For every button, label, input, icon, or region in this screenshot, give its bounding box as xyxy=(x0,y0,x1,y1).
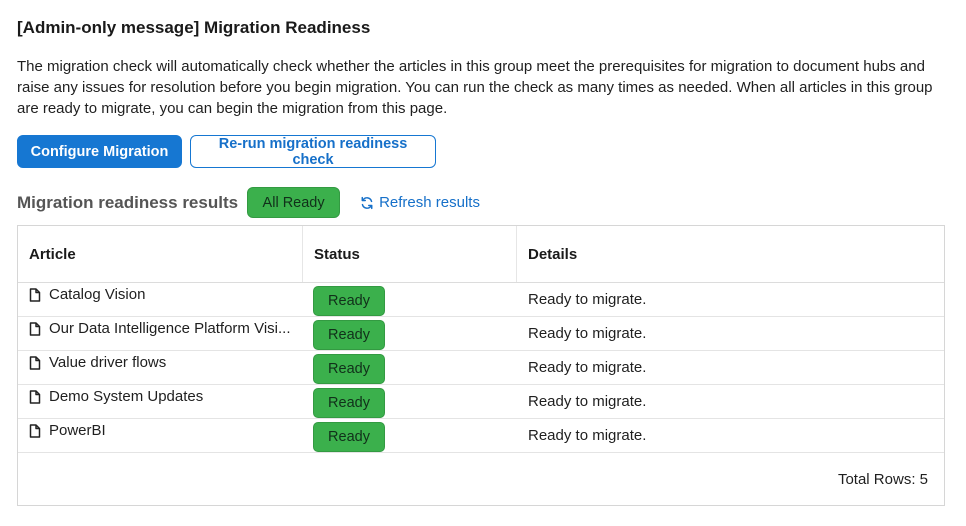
status-cell: Ready xyxy=(303,385,517,418)
article-name: Catalog Vision xyxy=(49,286,146,303)
status-badge: Ready xyxy=(313,319,385,350)
total-rows-label: Total Rows: 5 xyxy=(837,471,928,488)
status-badge: Ready xyxy=(313,285,385,316)
article-cell[interactable]: Our Data Intelligence Platform Visi... xyxy=(18,317,303,350)
article-cell[interactable]: Demo System Updates xyxy=(18,385,303,418)
article-name: Our Data Intelligence Platform Visi... xyxy=(49,320,291,337)
table-header: Article Status Details xyxy=(18,226,944,283)
table-row: PowerBI Ready Ready to migrate. xyxy=(18,419,944,453)
status-badge: Ready xyxy=(313,353,385,384)
action-buttons: Configure Migration Re-run migration rea… xyxy=(17,135,947,168)
all-ready-badge: All Ready xyxy=(247,187,341,218)
rerun-readiness-check-button[interactable]: Re-run migration readiness check xyxy=(190,135,436,168)
document-icon xyxy=(29,322,41,340)
status-cell: Ready xyxy=(303,283,517,316)
document-icon xyxy=(29,424,41,442)
details-cell: Ready to migrate. xyxy=(528,325,647,342)
results-header: Migration readiness results All Ready Re… xyxy=(17,187,947,218)
article-name: Value driver flows xyxy=(49,354,167,371)
details-cell: Ready to migrate. xyxy=(528,291,647,308)
article-name: Demo System Updates xyxy=(49,388,204,405)
article-cell[interactable]: Catalog Vision xyxy=(18,283,303,316)
table-row: Value driver flows Ready Ready to migrat… xyxy=(18,351,944,385)
table-row: Our Data Intelligence Platform Visi... R… xyxy=(18,317,944,351)
document-icon xyxy=(29,288,41,306)
details-cell: Ready to migrate. xyxy=(528,359,647,376)
details-cell: Ready to migrate. xyxy=(528,427,647,444)
document-icon xyxy=(29,390,41,408)
page-description: The migration check will automatically c… xyxy=(17,58,933,117)
column-header-details[interactable]: Details xyxy=(517,226,944,282)
status-badge: Ready xyxy=(313,387,385,418)
status-badge: Ready xyxy=(313,421,385,452)
status-cell: Ready xyxy=(303,351,517,384)
readiness-results-table: Article Status Details Catalog Vision Re… xyxy=(17,225,945,506)
article-name: PowerBI xyxy=(49,422,106,439)
migration-readiness-panel: [Admin-only message] Migration Readiness… xyxy=(17,14,947,506)
article-cell[interactable]: Value driver flows xyxy=(18,351,303,384)
refresh-results-label: Refresh results xyxy=(379,194,480,211)
document-icon xyxy=(29,356,41,374)
results-title: Migration readiness results xyxy=(17,192,239,212)
details-cell: Ready to migrate. xyxy=(528,393,647,410)
configure-migration-button[interactable]: Configure Migration xyxy=(17,135,182,168)
table-row: Demo System Updates Ready Ready to migra… xyxy=(18,385,944,419)
column-header-status[interactable]: Status xyxy=(303,226,517,282)
column-header-article[interactable]: Article xyxy=(18,226,303,282)
table-row: Catalog Vision Ready Ready to migrate. xyxy=(18,283,944,317)
page-title: [Admin-only message] Migration Readiness xyxy=(17,18,371,37)
status-cell: Ready xyxy=(303,419,517,452)
status-cell: Ready xyxy=(303,317,517,350)
refresh-results-link[interactable]: Refresh results xyxy=(360,194,480,211)
article-cell[interactable]: PowerBI xyxy=(18,419,303,452)
refresh-icon xyxy=(360,196,374,210)
